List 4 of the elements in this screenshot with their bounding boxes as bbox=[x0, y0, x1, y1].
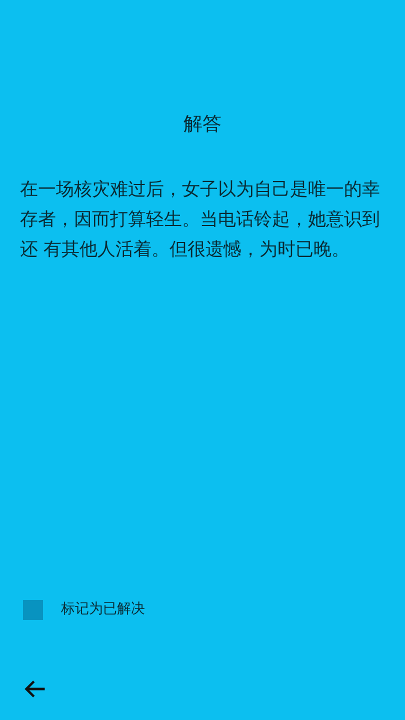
solved-checkbox[interactable] bbox=[23, 600, 43, 620]
answer-text: 在一场核灾难过后，女子以为自己是唯一的幸存者，因而打算轻生。当电话铃起，她意识到还 有其他人活着。但很遗憾，为时已晚。 bbox=[20, 178, 381, 262]
page-title: 解答 bbox=[184, 112, 222, 137]
checkbox-label: 标记为已解决 bbox=[61, 600, 145, 619]
